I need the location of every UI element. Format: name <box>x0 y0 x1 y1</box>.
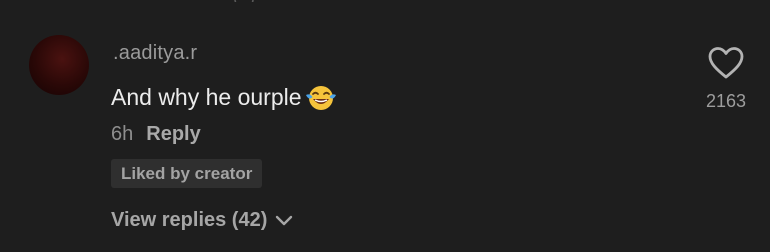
previous-comment-remnant: — ‒‒ ‒ (‒) <box>170 0 280 2</box>
comment-meta: 6h Reply <box>111 123 201 146</box>
laughing-tears-emoji-icon <box>303 82 339 112</box>
comment-timestamp: 6h <box>111 123 134 145</box>
view-replies-button[interactable]: View replies (42) <box>111 209 293 232</box>
comment-panel: — ‒‒ ‒ (‒) .aaditya.r And why he ourple … <box>0 0 770 252</box>
like-count: 2163 <box>705 91 747 111</box>
reply-button[interactable]: Reply <box>146 123 200 146</box>
heart-icon[interactable] <box>707 46 745 85</box>
comment-text: And why he ourple <box>111 83 302 110</box>
liked-by-creator-badge: Liked by creator <box>111 159 263 188</box>
comment-body: And why he ourple <box>111 82 339 112</box>
avatar[interactable] <box>29 35 89 95</box>
comment-username[interactable]: .aaditya.r <box>113 42 197 65</box>
like-button[interactable]: 2163 <box>694 46 758 112</box>
chevron-down-icon <box>275 215 293 227</box>
view-replies-label: View replies (42) <box>111 209 268 231</box>
